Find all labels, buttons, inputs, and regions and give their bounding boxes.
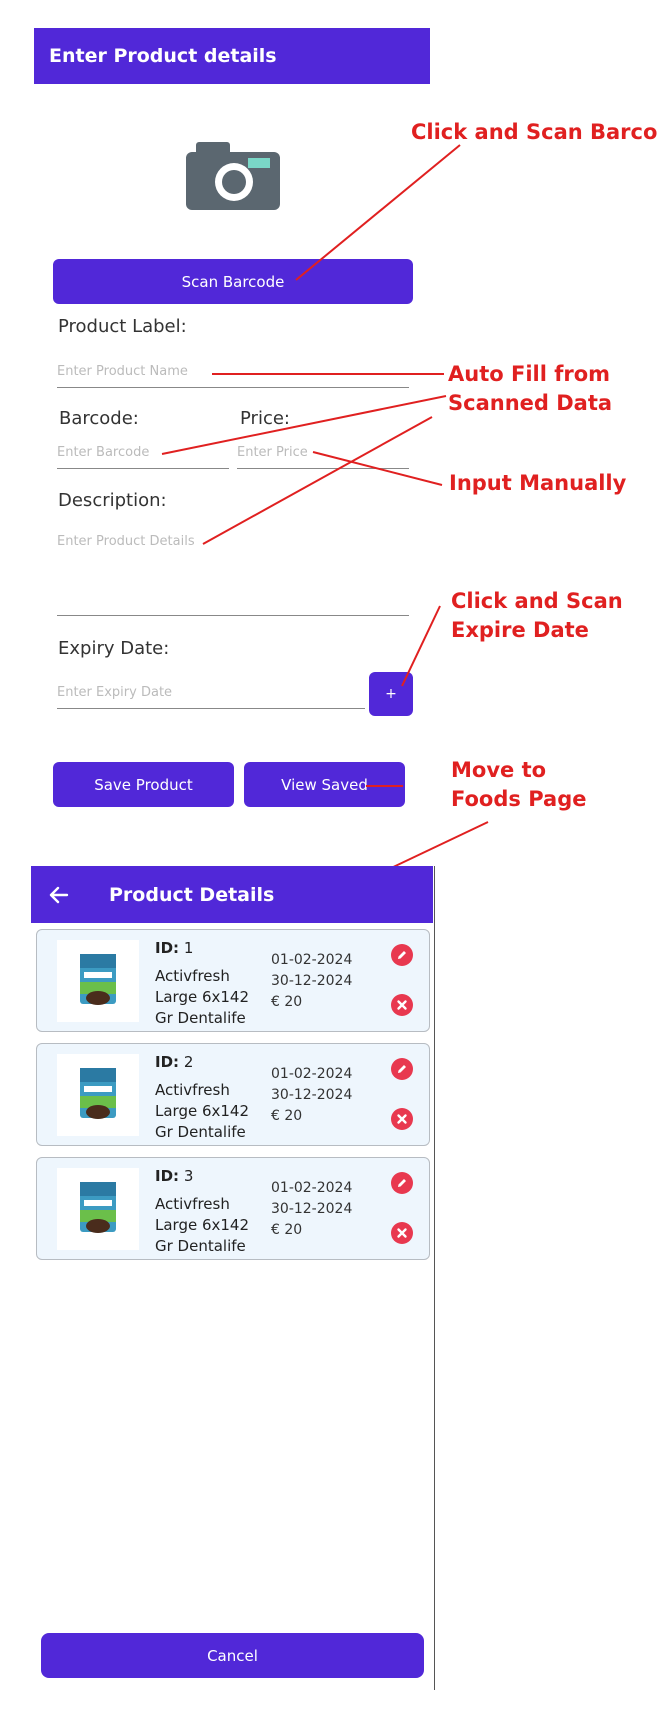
product-price: € 20 (271, 994, 303, 1010)
product-info: ID: 2 Activfresh Large 6x142 Gr Dentalif… (155, 1052, 249, 1143)
delete-icon[interactable] (391, 1222, 413, 1244)
product-name-line2: Large 6x142 (155, 1216, 250, 1234)
product-name-line1: Activfresh (155, 1081, 230, 1099)
cancel-button[interactable]: Cancel (41, 1633, 424, 1678)
product-expiry-date: 30-12-2024 (271, 1201, 353, 1217)
product-name-line1: Activfresh (155, 1195, 230, 1213)
product-date-added: 01-02-2024 (271, 1066, 353, 1082)
delete-icon[interactable] (391, 994, 413, 1016)
edit-icon[interactable] (391, 1172, 413, 1194)
product-expiry-date: 30-12-2024 (271, 973, 353, 989)
edit-icon[interactable] (391, 944, 413, 966)
product-id: ID: 1 (155, 939, 194, 957)
product-card[interactable]: ID: 1 Activfresh Large 6x142 Gr Dentalif… (36, 929, 430, 1032)
product-image (57, 1168, 139, 1250)
product-image (57, 1054, 139, 1136)
product-date-added: 01-02-2024 (271, 952, 353, 968)
cancel-label: Cancel (207, 1646, 258, 1665)
details-app-bar: Product Details (31, 866, 433, 923)
product-price: € 20 (271, 1222, 303, 1238)
product-dates: 01-02-2024 30-12-2024 € 20 (271, 1178, 352, 1241)
product-info: ID: 1 Activfresh Large 6x142 Gr Dentalif… (155, 938, 249, 1029)
screen-divider (434, 866, 435, 1690)
product-name-line1: Activfresh (155, 967, 230, 985)
product-name-line3: Gr Dentalife (155, 1009, 246, 1027)
product-id: ID: 2 (155, 1053, 194, 1071)
product-id: ID: 3 (155, 1167, 194, 1185)
edit-icon[interactable] (391, 1058, 413, 1080)
product-name-line3: Gr Dentalife (155, 1237, 246, 1255)
product-image (57, 940, 139, 1022)
product-date-added: 01-02-2024 (271, 1180, 353, 1196)
details-title: Product Details (109, 883, 275, 906)
annotation-arrows (161, 144, 489, 899)
delete-icon[interactable] (391, 1108, 413, 1130)
product-name-line3: Gr Dentalife (155, 1123, 246, 1141)
product-info: ID: 3 Activfresh Large 6x142 Gr Dentalif… (155, 1166, 249, 1257)
product-name-line2: Large 6x142 (155, 1102, 250, 1120)
product-card[interactable]: ID: 3 Activfresh Large 6x142 Gr Dentalif… (36, 1157, 430, 1260)
product-price: € 20 (271, 1108, 303, 1124)
product-dates: 01-02-2024 30-12-2024 € 20 (271, 1064, 352, 1127)
product-name-line2: Large 6x142 (155, 988, 250, 1006)
product-card[interactable]: ID: 2 Activfresh Large 6x142 Gr Dentalif… (36, 1043, 430, 1146)
back-arrow-icon[interactable] (49, 885, 69, 905)
product-expiry-date: 30-12-2024 (271, 1087, 353, 1103)
product-dates: 01-02-2024 30-12-2024 € 20 (271, 950, 352, 1013)
